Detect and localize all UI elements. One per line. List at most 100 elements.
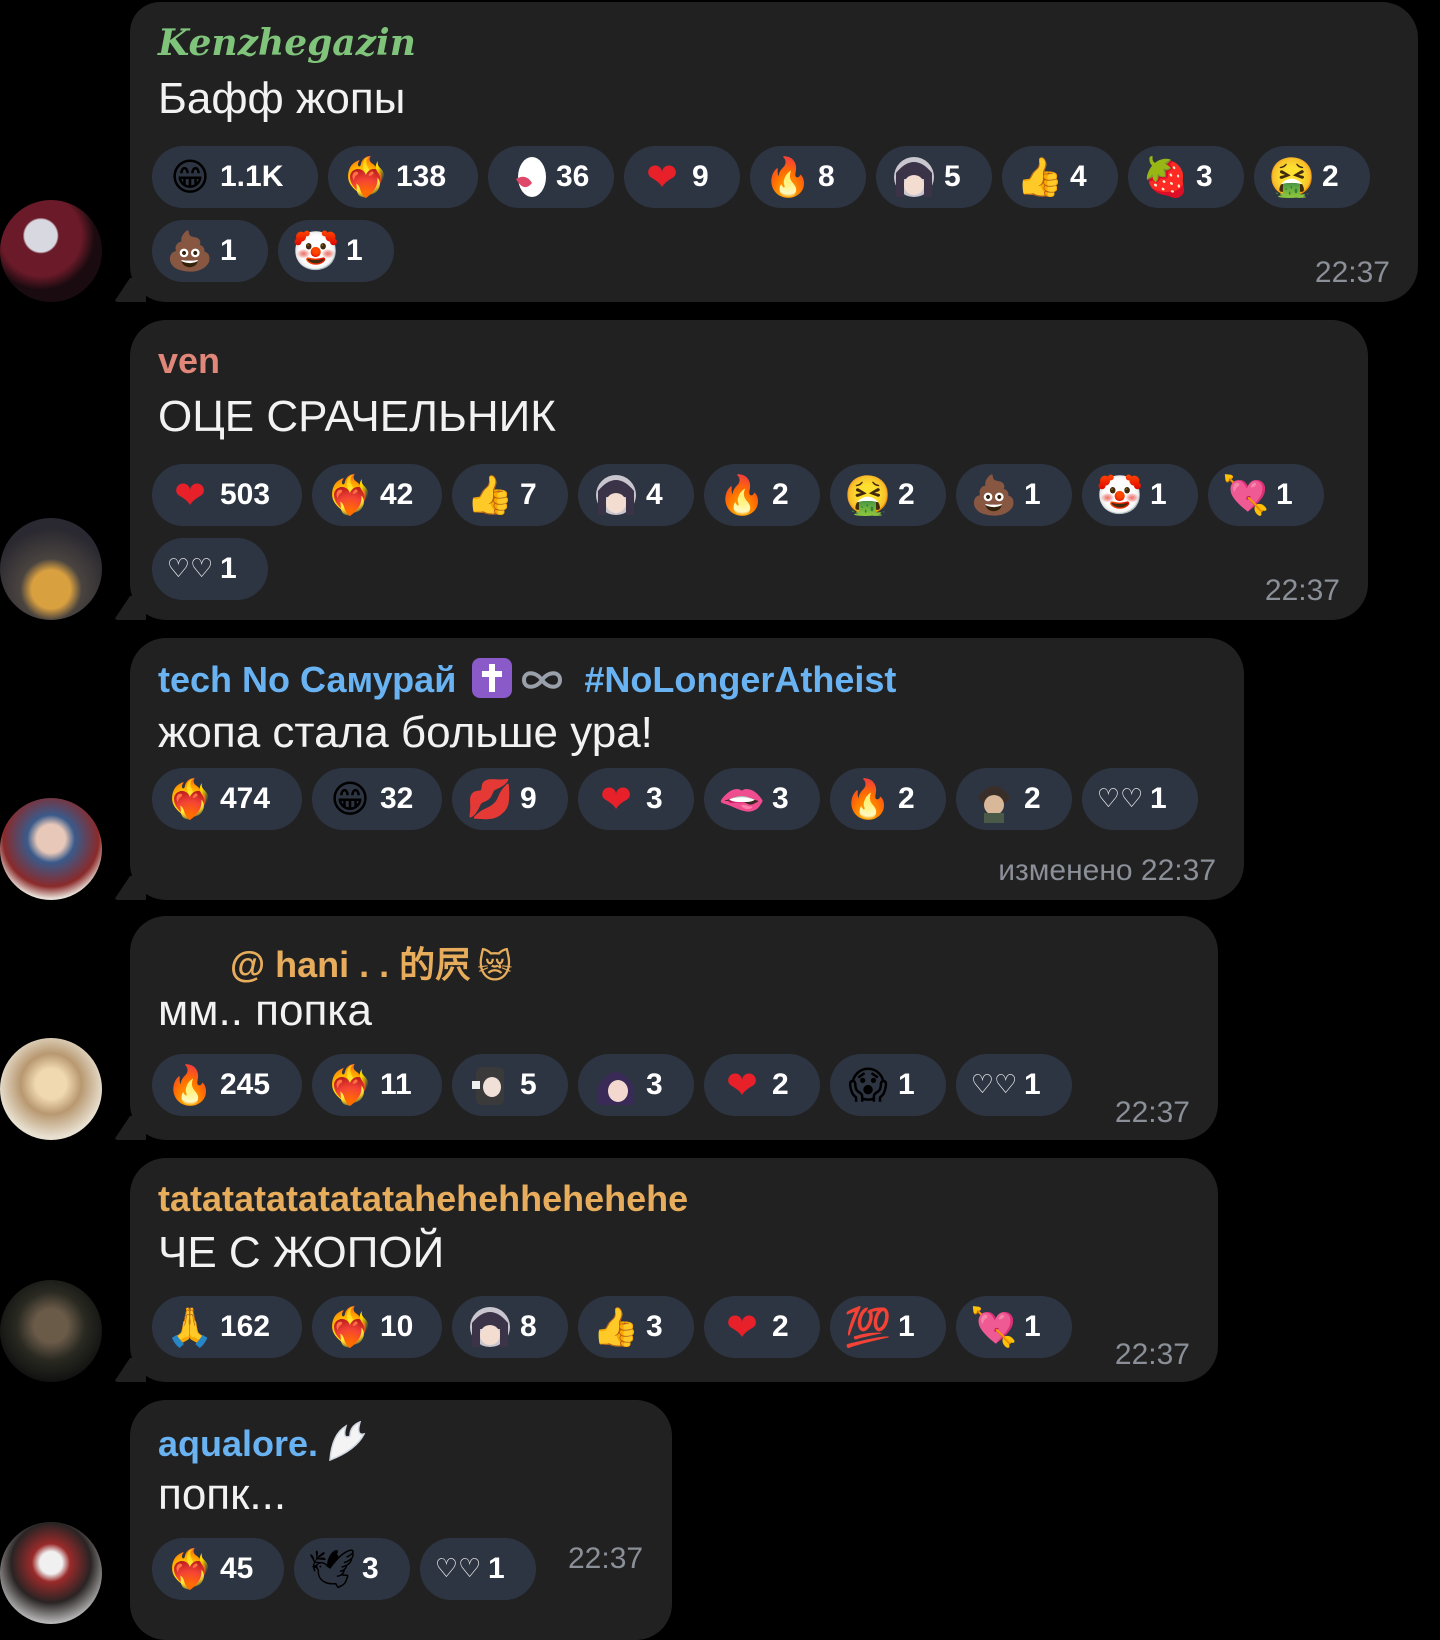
reaction-count: 9 [692, 160, 709, 193]
dove-icon: 🕊 [307, 1547, 357, 1591]
reaction-chip[interactable]: 🤮 2 [1254, 146, 1370, 208]
reaction-count: 2 [772, 478, 789, 511]
red-heart-icon: ❤ [174, 473, 206, 517]
heart-with-arrow-icon: 💘 [970, 1305, 1018, 1349]
avatar[interactable] [0, 798, 102, 900]
reaction-chip[interactable]: 🫦 3 [704, 768, 820, 830]
message-bubble[interactable]: tatatatatatatatahehehhehehehe ЧЕ С ЖОПОЙ… [114, 1158, 1218, 1382]
reaction-chip[interactable]: 😁 1.1K [152, 146, 318, 208]
reaction-chip[interactable]: ❤️‍🔥 10 [312, 1296, 442, 1358]
thumbs-up-icon: 👍 [466, 473, 514, 517]
reaction-chip[interactable]: ❤ 3 [578, 768, 694, 830]
latin-cross-icon [472, 658, 516, 707]
reaction-chip[interactable]: ♡♡ 1 [420, 1538, 536, 1600]
sender-name[interactable]: tatatatatatatatahehehhehehehe [158, 1178, 688, 1220]
reaction-chip[interactable]: ❤️‍🔥 138 [328, 146, 478, 208]
reaction-chip[interactable]: ❤ 9 [624, 146, 740, 208]
sender-name[interactable]: @ hani . . 的屄 😿 [230, 936, 513, 988]
reaction-chip[interactable]: 5 [452, 1054, 568, 1116]
reaction-chip[interactable]: 💘 1 [956, 1296, 1072, 1358]
reaction-chip[interactable]: 💘 1 [1208, 464, 1324, 526]
clown-face-icon: 🤡 [1096, 473, 1144, 517]
thumbs-up-icon: 👍 [592, 1305, 640, 1349]
reaction-chip[interactable]: 🔥 245 [152, 1054, 302, 1116]
clown-face-icon: 🤡 [292, 229, 340, 273]
reaction-chip[interactable]: 🔥 2 [830, 768, 946, 830]
avatar[interactable] [0, 1280, 102, 1382]
reaction-count: 7 [520, 478, 537, 511]
reaction-chip[interactable]: 🍓 3 [1128, 146, 1244, 208]
bubble-tail [114, 876, 146, 900]
heart-on-fire-icon: ❤️‍🔥 [166, 777, 214, 821]
reaction-chip[interactable]: 🤮 2 [830, 464, 946, 526]
avatar[interactable] [0, 518, 102, 620]
reaction-count: 10 [380, 1310, 414, 1343]
sender-name[interactable]: ven [158, 340, 220, 382]
avatar[interactable] [0, 200, 102, 302]
reaction-count: 2 [772, 1068, 789, 1101]
reaction-count: 1 [1276, 478, 1293, 511]
reaction-chip[interactable]: 36 [488, 146, 614, 208]
reaction-chip[interactable]: 🔥 2 [704, 464, 820, 526]
poop-icon: 💩 [166, 229, 214, 273]
avatar[interactable] [0, 1522, 102, 1624]
message-bubble[interactable]: tech No Самурай #NoLongerAtheist жопа ст… [114, 638, 1244, 900]
message-bubble[interactable]: aqualore. попк... ❤️‍🔥 45 🕊 3 ♡♡ 1 22:37 [130, 1400, 672, 1640]
reaction-chip[interactable]: ❤ 503 [152, 464, 302, 526]
reaction-count: 2 [1322, 160, 1339, 193]
sender-hashtag[interactable]: #NoLongerAtheist [584, 659, 896, 700]
reaction-chip[interactable]: 🤡 1 [1082, 464, 1198, 526]
reaction-chip[interactable]: 2 [956, 768, 1072, 830]
reaction-chip[interactable]: 🕊 3 [294, 1538, 410, 1600]
grinning-face-icon: 😁 [170, 155, 210, 199]
sender-name[interactable]: tech No Самурай #NoLongerAtheist [158, 658, 896, 707]
reaction-chip[interactable]: ♡♡ 1 [152, 538, 268, 600]
sender-name[interactable]: Kenzhegazin [158, 22, 416, 64]
reaction-count: 4 [1070, 160, 1087, 193]
message-bubble[interactable]: ven ОЦЕ СРАЧЕЛЬНИК ❤ 503 ❤️‍🔥 42 👍 7 4 🔥 2 🤮… [114, 320, 1368, 620]
message-bubble[interactable]: Kenzhegazin Бафф жопы 😁 1.1K ❤️‍🔥 138 36 ❤… [114, 2, 1418, 302]
reaction-chip[interactable]: 🔥 8 [750, 146, 866, 208]
avatar[interactable] [0, 1038, 102, 1140]
reaction-chip[interactable]: 4 [578, 464, 694, 526]
message-time: 22:37 [568, 1542, 644, 1575]
message-bubble[interactable]: @ hani . . 的屄 😿 мм.. попка 🔥 245 ❤️‍🔥 11 5 … [114, 916, 1218, 1140]
reaction-chip[interactable]: 😁 32 [312, 768, 442, 830]
reaction-chip[interactable]: 🤡 1 [278, 220, 394, 282]
reaction-chip[interactable]: 👍 7 [452, 464, 568, 526]
reaction-chip[interactable]: ❤ 2 [704, 1296, 820, 1358]
message-row-3: tech No Самурай #NoLongerAtheist жопа ст… [0, 636, 1440, 908]
reaction-chip[interactable]: 5 [876, 146, 992, 208]
reaction-chip[interactable]: ❤️‍🔥 42 [312, 464, 442, 526]
reaction-count: 1 [346, 234, 363, 267]
reaction-chip[interactable]: ❤️‍🔥 11 [312, 1054, 442, 1116]
sender-name-text: @ hani . . 的屄 [230, 944, 472, 985]
heart-with-arrow-icon: 💘 [1222, 473, 1270, 517]
message-time: 22:37 [1114, 1338, 1190, 1371]
reaction-chip[interactable]: ❤ 2 [704, 1054, 820, 1116]
reaction-count: 3 [362, 1552, 379, 1585]
message-text: ЧЕ С ЖОПОЙ [158, 1228, 445, 1277]
reaction-chip[interactable]: 👍 3 [578, 1296, 694, 1358]
reaction-chip[interactable]: 💯 1 [830, 1296, 946, 1358]
reaction-chip[interactable]: 💩 1 [956, 464, 1072, 526]
reaction-chip[interactable]: 😱 1 [830, 1054, 946, 1116]
white-wings-icon [324, 1420, 368, 1473]
reaction-chip[interactable]: ❤️‍🔥 45 [152, 1538, 284, 1600]
reaction-chip[interactable]: 8 [452, 1296, 568, 1358]
custom-anime-girl-icon [592, 471, 640, 519]
thumbs-up-icon: 👍 [1016, 155, 1064, 199]
reaction-chip[interactable]: 👍 4 [1002, 146, 1118, 208]
heart-on-fire-icon: ❤️‍🔥 [326, 1305, 374, 1349]
reaction-chip[interactable]: ♡♡ 1 [956, 1054, 1072, 1116]
reaction-count: 36 [556, 160, 590, 193]
reaction-chip[interactable]: 🙏 162 [152, 1296, 302, 1358]
reaction-chip[interactable]: ❤️‍🔥 474 [152, 768, 302, 830]
sender-name[interactable]: aqualore. [158, 1420, 368, 1473]
reaction-count: 5 [944, 160, 961, 193]
reaction-chip[interactable]: 3 [578, 1054, 694, 1116]
reaction-chip[interactable]: ♡♡ 1 [1082, 768, 1198, 830]
reaction-chip[interactable]: 💋 9 [452, 768, 568, 830]
reaction-chip[interactable]: 💩 1 [152, 220, 268, 282]
reaction-count: 5 [520, 1068, 537, 1101]
